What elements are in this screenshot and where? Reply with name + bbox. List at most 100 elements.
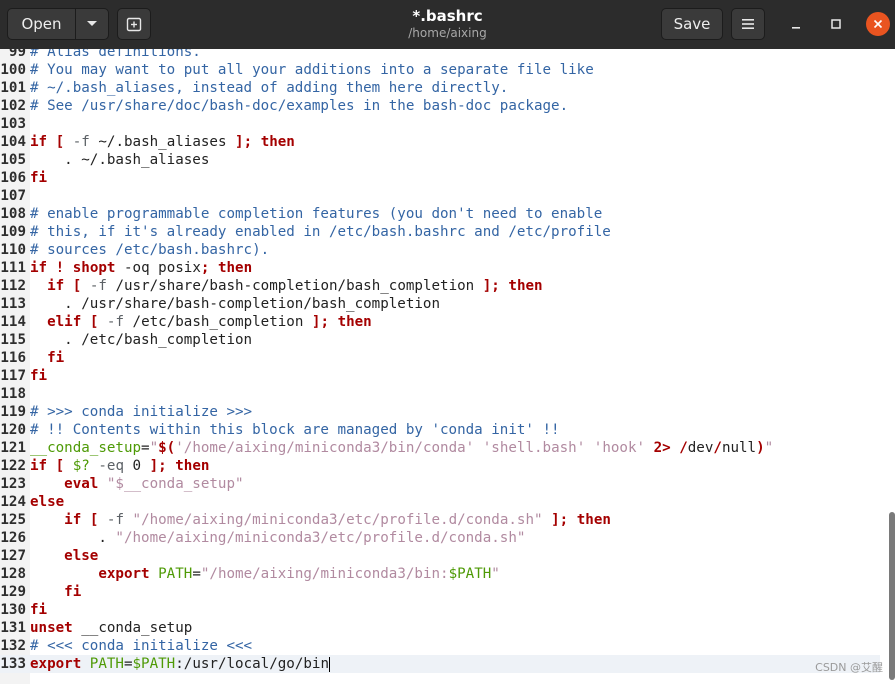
- code-text: # !! Contents within this block are mana…: [30, 421, 560, 439]
- code-line[interactable]: 133 export PATH=$PATH:/usr/local/go/bin: [0, 655, 880, 673]
- code-line[interactable]: 130 fi: [0, 601, 880, 619]
- code-text: fi: [30, 367, 47, 385]
- code-line[interactable]: 117 fi: [0, 367, 880, 385]
- code-token: fi: [30, 170, 48, 186]
- code-token: [: [55, 458, 65, 474]
- code-token: =: [141, 440, 150, 456]
- open-button-group[interactable]: Open: [7, 8, 109, 40]
- vertical-scrollbar[interactable]: [889, 512, 895, 680]
- code-line[interactable]: 127 else: [0, 547, 880, 565]
- code-token: .: [30, 530, 116, 546]
- code-line[interactable]: 121 __conda_setup="$('/home/aixing/minico…: [0, 439, 880, 457]
- title-block: *.bashrc /home/aixing: [300, 7, 595, 41]
- code-token: fi: [47, 350, 65, 366]
- code-line[interactable]: 123 eval "$__conda_setup": [0, 475, 880, 493]
- code-line[interactable]: 106 fi: [0, 169, 880, 187]
- code-line[interactable]: 99 # Alias definitions.: [0, 49, 880, 61]
- code-token: [: [72, 278, 82, 294]
- line-number: 125: [0, 512, 26, 528]
- code-text: # Alias definitions.: [30, 49, 201, 61]
- new-document-icon: [126, 17, 142, 32]
- menu-button[interactable]: [731, 8, 765, 40]
- code-line[interactable]: 132 # <<< conda initialize <<<: [0, 637, 880, 655]
- code-line[interactable]: 102 # See /usr/share/doc/bash-doc/example…: [0, 97, 880, 115]
- code-token: # !! Contents within this block are mana…: [30, 422, 560, 438]
- code-line[interactable]: 110 # sources /etc/bash.bashrc).: [0, 241, 880, 259]
- line-number: 117: [0, 368, 26, 384]
- code-line[interactable]: 118: [0, 385, 880, 403]
- code-line[interactable]: 111 if ! shopt -oq posix; then: [0, 259, 880, 277]
- code-text: else: [30, 547, 98, 565]
- code-token: then: [217, 260, 253, 276]
- code-line[interactable]: 116 fi: [0, 349, 880, 367]
- code-token: ~/.bash_aliases: [89, 134, 236, 150]
- save-button[interactable]: Save: [661, 8, 723, 40]
- code-line[interactable]: 131 unset __conda_setup: [0, 619, 880, 637]
- code-line[interactable]: 107: [0, 187, 880, 205]
- window-subtitle: /home/aixing: [408, 26, 487, 40]
- code-line[interactable]: 126 . "/home/aixing/miniconda3/etc/profi…: [0, 529, 880, 547]
- open-button[interactable]: Open: [8, 9, 76, 39]
- line-number: 133: [0, 656, 26, 672]
- code-token: shopt: [72, 260, 116, 276]
- maximize-button[interactable]: [826, 14, 846, 34]
- code-lines[interactable]: 99 # Alias definitions. 100 # You may want …: [0, 49, 880, 673]
- code-line[interactable]: 104 if [ -f ~/.bash_aliases ]; then: [0, 133, 880, 151]
- line-number: 127: [0, 548, 26, 564]
- code-token: $PATH: [132, 656, 176, 672]
- code-token: $PATH: [448, 566, 492, 582]
- code-token: __conda_setup: [30, 440, 142, 456]
- code-token: then: [576, 512, 611, 528]
- code-line[interactable]: 100 # You may want to put all your additi…: [0, 61, 880, 79]
- close-button[interactable]: [866, 12, 890, 36]
- code-token: elif: [47, 314, 82, 330]
- line-number: 106: [0, 170, 26, 186]
- chevron-down-icon[interactable]: [76, 9, 108, 39]
- line-number: 100: [0, 62, 26, 78]
- code-token: "/home/aixing/miniconda3/etc/profile.d/c…: [115, 530, 526, 546]
- code-token: if: [47, 278, 65, 294]
- code-line[interactable]: 109 # this, if it's already enabled in /e…: [0, 223, 880, 241]
- code-line[interactable]: 113 . /usr/share/bash-completion/bash_co…: [0, 295, 880, 313]
- code-line[interactable]: 125 if [ -f "/home/aixing/miniconda3/etc…: [0, 511, 880, 529]
- code-token: ];: [235, 134, 253, 150]
- code-text: # >>> conda initialize >>>: [30, 403, 252, 421]
- code-token: . /usr/share/bash-completion/bash_comple…: [30, 296, 440, 312]
- code-token: -eq: [98, 458, 124, 474]
- code-line[interactable]: 119 # >>> conda initialize >>>: [0, 403, 880, 421]
- code-line[interactable]: 101 # ~/.bash_aliases, instead of adding …: [0, 79, 880, 97]
- minimize-button[interactable]: [786, 14, 806, 34]
- code-line[interactable]: 129 fi: [0, 583, 880, 601]
- code-token: PATH: [158, 566, 193, 582]
- code-line[interactable]: 108 # enable programmable completion feat…: [0, 205, 880, 223]
- code-text: . /usr/share/bash-completion/bash_comple…: [30, 295, 440, 313]
- text-editor[interactable]: 99 # Alias definitions. 100 # You may want …: [0, 49, 895, 684]
- code-line[interactable]: 114 elif [ -f /etc/bash_completion ]; th…: [0, 313, 880, 331]
- code-line[interactable]: 128 export PATH="/home/aixing/miniconda3…: [0, 565, 880, 583]
- line-number: 111: [0, 260, 26, 276]
- code-line[interactable]: 112 if [ -f /usr/share/bash-completion/b…: [0, 277, 880, 295]
- code-text: # See /usr/share/doc/bash-doc/examples i…: [30, 97, 568, 115]
- code-token: . /etc/bash_completion: [30, 332, 253, 348]
- code-token: =: [192, 566, 201, 582]
- code-line[interactable]: 103: [0, 115, 880, 133]
- code-line[interactable]: 120 # !! Contents within this block are m…: [0, 421, 880, 439]
- code-token: # ~/.bash_aliases, instead of adding the…: [30, 80, 509, 96]
- code-token: unset: [30, 620, 73, 636]
- code-line[interactable]: 115 . /etc/bash_completion: [0, 331, 880, 349]
- code-line[interactable]: 122 if [ $? -eq 0 ]; then: [0, 457, 880, 475]
- code-line[interactable]: 124 else: [0, 493, 880, 511]
- line-number: 119: [0, 404, 26, 420]
- code-line[interactable]: 105 . ~/.bash_aliases: [0, 151, 880, 169]
- code-text: eval "$__conda_setup": [30, 475, 243, 493]
- line-number: 104: [0, 134, 26, 150]
- new-tab-button[interactable]: [117, 8, 151, 40]
- code-token: export: [30, 656, 82, 672]
- code-token: else: [30, 494, 65, 510]
- code-token: then: [260, 134, 295, 150]
